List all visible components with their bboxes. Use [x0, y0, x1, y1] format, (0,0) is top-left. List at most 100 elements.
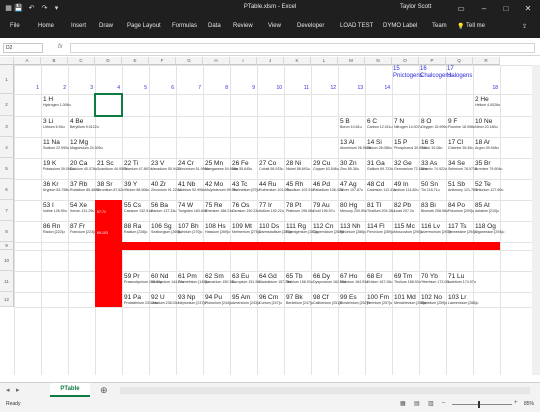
- element-cell[interactable]: 79 Au Gold 196.97u: [313, 202, 341, 213]
- element-cell[interactable]: 9 F Fluorine 18.998u: [448, 118, 476, 129]
- element-cell[interactable]: 83 Bi Bismuth 208.98u: [421, 202, 449, 213]
- element-cell[interactable]: 35 Br Bromine 79.904u: [475, 160, 503, 171]
- element-cell[interactable]: 31 Ga Gallium 69.723u: [367, 160, 395, 171]
- tab-load-test[interactable]: LOAD TEST: [340, 23, 373, 29]
- element-cell[interactable]: 2 He Helium 4.0026u: [475, 96, 503, 107]
- element-cell[interactable]: 15 P Phosphorus 30.974u: [394, 139, 427, 150]
- formula-input[interactable]: [70, 43, 535, 53]
- zoom-level[interactable]: 85%: [524, 401, 534, 407]
- element-cell[interactable]: 39 Y Yttrium 88.906u: [124, 181, 152, 192]
- tab-developer[interactable]: Developer: [297, 23, 324, 29]
- element-cell[interactable]: 82 Pb Lead 207.2u: [394, 202, 422, 213]
- element-cell[interactable]: 27 Co Cobalt 58.933u: [259, 160, 287, 171]
- element-cell[interactable]: 20 Ca Calcium 40.078u: [70, 160, 98, 171]
- row-header[interactable]: 8: [0, 221, 14, 242]
- element-cell[interactable]: 45 Rh Rhodium 102.91u: [286, 181, 314, 192]
- element-cell[interactable]: 37 Rb Rubidium 85.468u: [70, 181, 99, 192]
- column-header[interactable]: F: [149, 57, 176, 65]
- horizontal-scrollbar[interactable]: [120, 387, 530, 394]
- column-header[interactable]: R: [473, 57, 500, 65]
- element-cell[interactable]: 97 Bk Berkelium [247]u: [286, 294, 314, 305]
- element-cell[interactable]: 25 Mn Manganese 54.938u: [205, 160, 238, 171]
- zoom-in-icon[interactable]: +: [514, 400, 518, 406]
- column-header[interactable]: O: [392, 57, 419, 65]
- element-cell[interactable]: 11 Na Sodium 22.990u: [43, 139, 71, 150]
- element-cell[interactable]: 13 Al Aluminium 26.982u: [340, 139, 371, 150]
- element-cell[interactable]: 111 Rg Roentgenium [282]u: [286, 223, 318, 234]
- element-cell[interactable]: 109 Mt Meitnerium [278]u: [232, 223, 261, 234]
- row-header[interactable]: 5: [0, 158, 14, 179]
- element-cell[interactable]: 70 Yb Ytterbium 173.05u: [421, 273, 450, 284]
- column-header[interactable]: L: [311, 57, 338, 65]
- maximize-icon[interactable]: □: [500, 2, 512, 14]
- element-cell[interactable]: 43 Tc Technetium [97]u: [232, 181, 260, 192]
- element-cell[interactable]: 12 Mg Magnesium 24.305u: [70, 139, 103, 150]
- row-header[interactable]: 10: [0, 250, 14, 271]
- element-cell[interactable]: 42 Mo Molybdenum 95.95u: [205, 181, 238, 192]
- name-box[interactable]: D2: [3, 43, 43, 53]
- element-cell[interactable]: 41 Nb Niobium 92.906u: [178, 181, 206, 192]
- element-cell[interactable]: 4 Be Beryllium 9.0122u: [70, 118, 99, 129]
- column-header[interactable]: E: [122, 57, 149, 65]
- element-cell[interactable]: 63 Eu Europium 151.96u: [232, 273, 261, 284]
- element-cell[interactable]: 88 Ra Radium [226]u: [124, 223, 152, 234]
- element-cell[interactable]: 91 Pa Protactinium 231.04u: [124, 294, 158, 305]
- row-header[interactable]: 2: [0, 94, 14, 116]
- element-cell[interactable]: 56 Ba Barium 137.33u: [151, 202, 179, 213]
- row-header[interactable]: 7: [0, 200, 14, 221]
- element-cell[interactable]: 3 Li Lithium 6.94u: [43, 118, 71, 129]
- row-header[interactable]: 9: [0, 242, 14, 250]
- element-cell[interactable]: 112 Cn Copernicium [285]u: [313, 223, 344, 234]
- share-icon[interactable]: ⇪: [522, 23, 527, 30]
- column-header[interactable]: C: [68, 57, 95, 65]
- fx-icon[interactable]: fx: [58, 44, 63, 50]
- element-cell[interactable]: 24 Cr Chromium 51.996u: [178, 160, 209, 171]
- element-cell[interactable]: 118 Og Oganesson [294]u: [475, 223, 504, 234]
- element-cell[interactable]: 38 Sr Strontium 87.62u: [97, 181, 125, 192]
- element-cell[interactable]: 30 Zn Zinc 65.38u: [340, 160, 368, 171]
- element-cell[interactable]: 60 Nd Neodymium 144.24u: [151, 273, 184, 284]
- element-cell[interactable]: 32 Ge Germanium 72.630u: [394, 160, 427, 171]
- element-cell[interactable]: 86 Rn Radon [222]u: [43, 223, 71, 234]
- row-header[interactable]: 3: [0, 116, 14, 137]
- sheet-tab-ptable[interactable]: PTable: [50, 383, 90, 397]
- element-cell[interactable]: 68 Er Erbium 167.26u: [367, 273, 395, 284]
- select-all-corner[interactable]: [0, 57, 14, 65]
- element-cell[interactable]: 5 B Boron 10.81u: [340, 118, 368, 129]
- row-header[interactable]: 11: [0, 271, 14, 292]
- zoom-slider[interactable]: [452, 401, 512, 408]
- element-cell[interactable]: 78 Pt Platinum 195.08u: [286, 202, 314, 213]
- element-cell[interactable]: 67 Ho Holmium 164.93u: [340, 273, 368, 284]
- element-cell[interactable]: 29 Cu Copper 63.546u: [313, 160, 341, 171]
- element-cell[interactable]: 106 Sg Seaborgium [269]u: [151, 223, 181, 234]
- element-cell[interactable]: 22 Ti Titanium 47.867u: [124, 160, 152, 171]
- scroll-left-icon[interactable]: ◂: [6, 386, 10, 394]
- element-cell[interactable]: 1 H Hydrogen 1.008u: [43, 96, 71, 107]
- element-cell[interactable]: 33 As Arsenic 74.922u: [421, 160, 449, 171]
- element-cell[interactable]: 62 Sm Samarium 150.36u: [205, 273, 235, 284]
- element-cell[interactable]: 99 Es Einsteinium [252]u: [340, 294, 370, 305]
- tab-team[interactable]: Team: [432, 23, 447, 29]
- element-cell[interactable]: 19 K Potassium 39.098u: [43, 160, 74, 171]
- element-cell[interactable]: 66 Dy Dysprosium 162.50u: [313, 273, 346, 284]
- element-cell[interactable]: 80 Hg Mercury 200.59u: [340, 202, 368, 213]
- element-cell[interactable]: 61 Pm Promethium [145]u: [178, 273, 208, 284]
- element-cell[interactable]: 95 Am Americium [243]u: [232, 294, 260, 305]
- element-cell[interactable]: 103 Lr Lawrencium [266]u: [448, 294, 478, 305]
- tab-formulas[interactable]: Formulas: [172, 23, 197, 29]
- column-header[interactable]: B: [41, 57, 68, 65]
- element-cell[interactable]: 74 W Tungsten 183.84u: [178, 202, 207, 213]
- element-cell[interactable]: 6 C Carbon 12.011u: [367, 118, 395, 129]
- tab-data[interactable]: Data: [208, 23, 221, 29]
- element-cell[interactable]: 64 Gd Gadolinium 157.25u: [259, 273, 291, 284]
- vertical-scrollbar[interactable]: [532, 65, 540, 375]
- element-cell[interactable]: 28 Ni Nickel 58.693u: [286, 160, 314, 171]
- element-cell[interactable]: 87 Fr Francium [223]u: [70, 223, 98, 234]
- user-name[interactable]: Taylor Scott: [400, 4, 431, 10]
- element-cell[interactable]: 94 Pu Plutonium [244]u: [205, 294, 233, 305]
- tab-page-layout[interactable]: Page Layout: [127, 23, 161, 29]
- close-icon[interactable]: ✕: [522, 2, 534, 14]
- ribbon-display-icon[interactable]: ▭: [455, 2, 467, 14]
- column-header[interactable]: N: [365, 57, 392, 65]
- element-cell[interactable]: 59 Pr Praseodymium 140.91u: [124, 273, 162, 284]
